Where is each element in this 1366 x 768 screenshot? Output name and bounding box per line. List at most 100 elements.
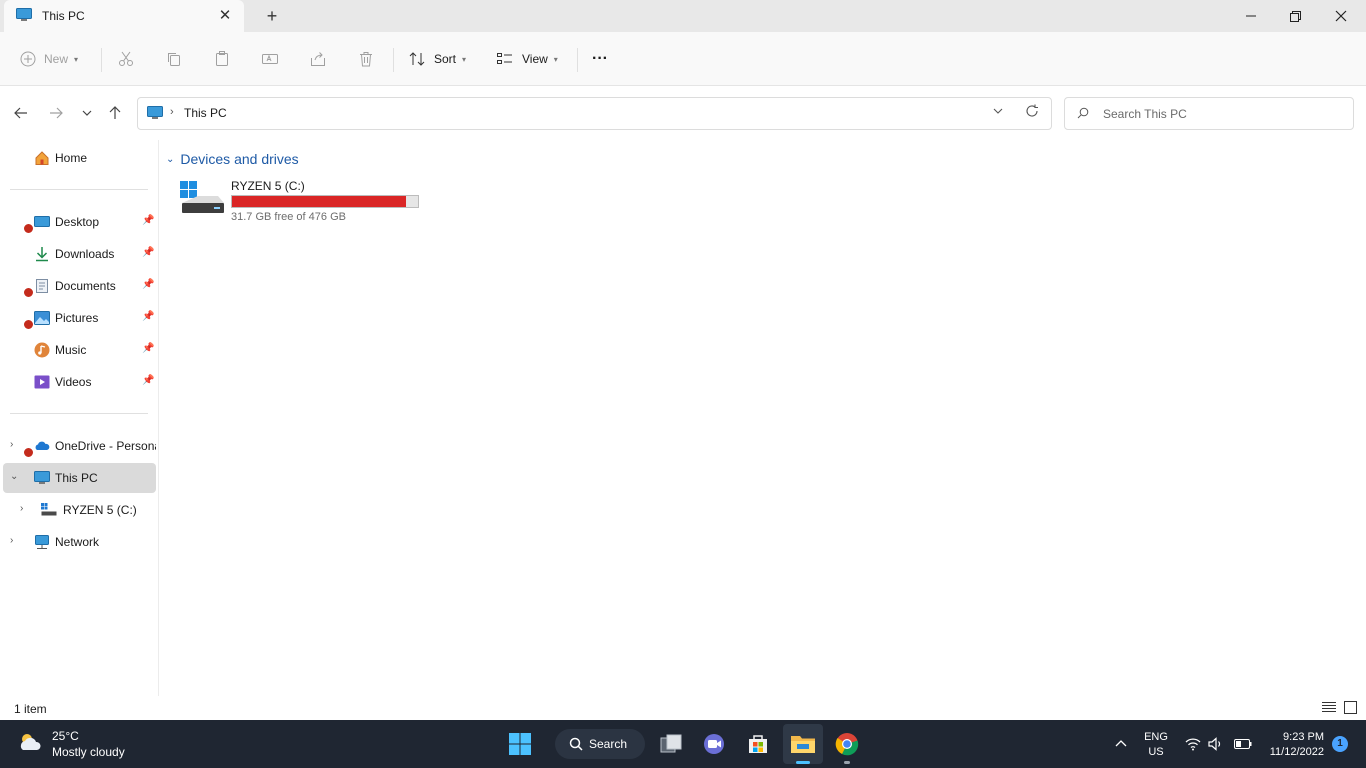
pin-icon[interactable]: 📌 — [142, 311, 154, 322]
search-box[interactable] — [1064, 97, 1354, 130]
search-icon — [569, 737, 583, 751]
sidebar-item-documents[interactable]: Documents 📌 — [0, 271, 156, 301]
paste-button[interactable] — [213, 46, 231, 72]
divider — [101, 48, 102, 72]
share-button[interactable] — [309, 46, 327, 72]
teams-chat-button[interactable] — [694, 724, 734, 764]
sidebar-item-label: Desktop — [55, 215, 100, 229]
sidebar-item-label: Videos — [55, 375, 92, 389]
command-bar: New ▾ Sort ▾ View ▾ ··· — [0, 32, 1366, 86]
share-icon — [311, 52, 325, 66]
sidebar-item-home[interactable]: Home — [0, 143, 156, 173]
network-icon — [34, 534, 50, 550]
documents-icon — [34, 278, 50, 294]
sidebar-item-onedrive[interactable]: › OneDrive - Persona — [0, 431, 156, 461]
pin-icon[interactable]: 📌 — [142, 375, 154, 386]
sort-button[interactable]: Sort ▾ — [408, 46, 466, 72]
file-explorer-button[interactable] — [783, 724, 823, 764]
teams-icon — [704, 734, 724, 754]
drive-tile[interactable]: RYZEN 5 (C:) 31.7 GB free of 476 GB — [176, 175, 426, 227]
notification-badge[interactable]: 1 — [1332, 736, 1348, 752]
taskbar-clock[interactable]: 9:23 PM 11/12/2022 — [1262, 730, 1324, 760]
pin-icon[interactable]: 📌 — [142, 215, 154, 226]
new-button[interactable]: New ▾ — [20, 46, 78, 72]
pin-icon[interactable]: 📌 — [142, 279, 154, 290]
drive-name: RYZEN 5 (C:) — [231, 179, 305, 193]
new-tab-button[interactable]: + — [262, 6, 282, 26]
paste-icon — [216, 51, 228, 66]
task-view-button[interactable] — [651, 724, 691, 764]
details-view-button[interactable] — [1322, 701, 1338, 715]
copy-button[interactable] — [165, 46, 183, 72]
volume-icon[interactable] — [1204, 724, 1228, 764]
sidebar-item-desktop[interactable]: Desktop 📌 — [0, 207, 156, 237]
minimize-button[interactable] — [1228, 0, 1274, 32]
divider — [10, 189, 148, 190]
rename-icon — [262, 54, 278, 64]
microsoft-store-button[interactable] — [738, 724, 778, 764]
rename-button[interactable] — [261, 46, 279, 72]
divider — [577, 48, 578, 72]
battery-icon[interactable] — [1230, 724, 1256, 764]
chevron-right-icon[interactable]: › — [10, 535, 13, 546]
up-button[interactable] — [104, 102, 126, 124]
sidebar-item-network[interactable]: › Network — [0, 527, 156, 557]
this-pc-icon — [34, 470, 50, 486]
restore-button[interactable] — [1272, 0, 1318, 32]
delete-button[interactable] — [357, 46, 375, 72]
refresh-icon[interactable] — [1025, 104, 1039, 121]
store-icon — [749, 735, 767, 753]
view-button[interactable]: View ▾ — [496, 46, 558, 72]
taskbar-search-button[interactable]: Search — [555, 729, 645, 759]
chevron-down-icon[interactable]: ⌄ — [10, 471, 18, 482]
more-options-button[interactable]: ··· — [592, 46, 608, 72]
chevron-down-icon: ▾ — [74, 54, 79, 64]
start-button[interactable] — [500, 724, 540, 764]
chrome-icon — [835, 733, 859, 756]
weather-temperature: 25°C — [52, 729, 79, 743]
weather-widget[interactable]: 25°C Mostly cloudy — [16, 728, 125, 760]
pin-icon[interactable]: 📌 — [142, 343, 154, 354]
drive-usage-fill — [232, 196, 406, 207]
chevron-down-icon[interactable] — [993, 106, 1003, 119]
forward-button[interactable] — [45, 102, 67, 124]
pin-icon[interactable]: 📌 — [142, 247, 154, 258]
sidebar-item-label: Downloads — [55, 247, 115, 261]
wifi-icon[interactable] — [1180, 724, 1206, 764]
cut-button[interactable] — [117, 46, 135, 72]
input-language-indicator[interactable]: ENG US — [1140, 730, 1172, 760]
search-input[interactable] — [1103, 105, 1343, 123]
arrow-right-icon — [50, 107, 63, 119]
sidebar-item-drive-c[interactable]: › RYZEN 5 (C:) — [0, 495, 156, 525]
chevron-right-icon[interactable]: › — [10, 439, 13, 450]
close-window-button[interactable] — [1318, 0, 1364, 32]
breadcrumb-this-pc[interactable]: This PC — [184, 106, 227, 120]
back-button[interactable] — [10, 102, 32, 124]
group-header-devices[interactable]: ⌄ Devices and drives — [166, 151, 299, 167]
drive-free-space: 31.7 GB free of 476 GB — [231, 211, 346, 223]
new-button-label: New — [44, 52, 69, 66]
partly-cloudy-icon — [16, 728, 44, 760]
trash-icon — [360, 52, 372, 67]
address-bar[interactable]: › This PC — [137, 97, 1052, 130]
task-view-icon — [660, 734, 682, 753]
sidebar-item-downloads[interactable]: Downloads 📌 — [0, 239, 156, 269]
weather-description: Mostly cloudy — [52, 745, 125, 759]
status-bar: 1 item — [0, 697, 1366, 720]
recent-locations-button[interactable] — [76, 102, 98, 124]
close-tab-icon[interactable]: ✕ — [216, 7, 234, 25]
sidebar-item-label: OneDrive - Persona — [55, 439, 156, 453]
sync-error-icon — [23, 447, 34, 458]
tab-this-pc[interactable]: This PC ✕ — [4, 0, 244, 32]
show-hidden-icons-button[interactable] — [1106, 724, 1136, 764]
chevron-right-icon[interactable]: › — [20, 503, 23, 514]
sidebar-item-music[interactable]: Music 📌 — [0, 335, 156, 365]
large-icons-view-button[interactable] — [1344, 701, 1360, 715]
breadcrumb-separator[interactable]: › — [170, 106, 174, 118]
sync-error-icon — [23, 223, 34, 234]
this-pc-icon — [147, 106, 163, 123]
sidebar-item-videos[interactable]: Videos 📌 — [0, 367, 156, 397]
sidebar-item-this-pc[interactable]: ⌄ This PC — [3, 463, 156, 493]
sidebar-item-pictures[interactable]: Pictures 📌 — [0, 303, 156, 333]
chrome-button[interactable] — [827, 724, 867, 764]
